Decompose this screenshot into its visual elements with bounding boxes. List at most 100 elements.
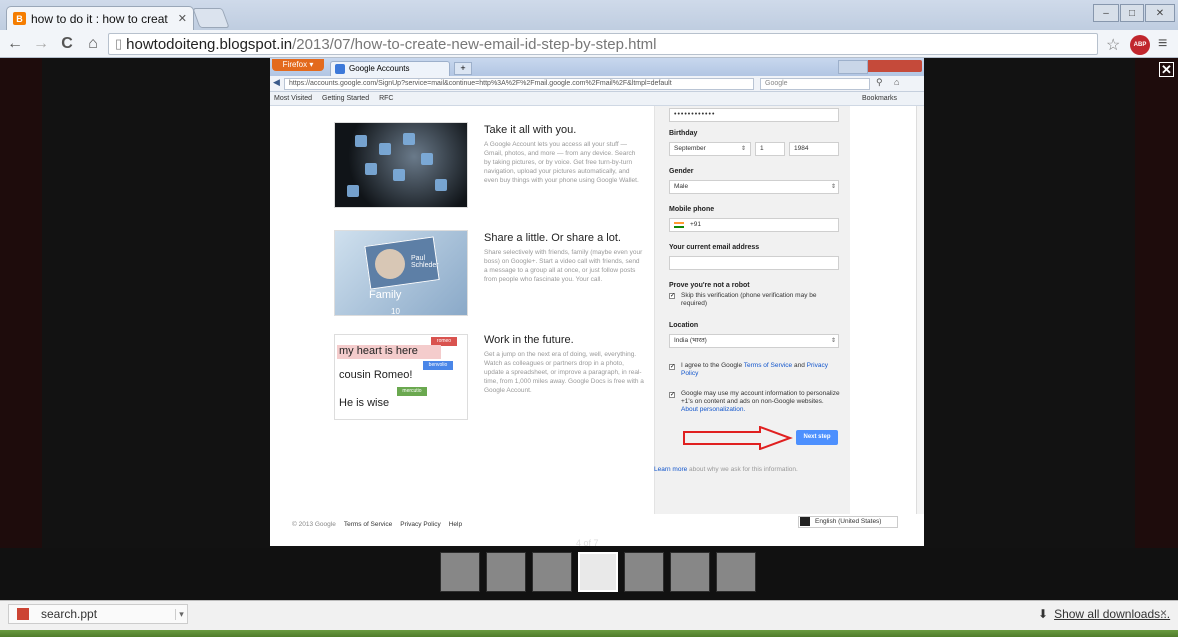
copyright: © 2013 Google: [292, 520, 336, 528]
address-bar[interactable]: ▯ howtodoiteng.blogspot.in /2013/07/how-…: [108, 33, 1098, 55]
share-group-label: Family: [369, 289, 402, 301]
thumbnail[interactable]: [716, 552, 756, 592]
lightbox-right-edge: [1135, 58, 1178, 548]
doc-line: my heart is here: [337, 345, 441, 359]
share-promo-image: Paul Schleder Family 10: [334, 230, 468, 316]
ff-search: Google: [760, 78, 870, 90]
birthday-label: Birthday: [669, 130, 698, 137]
thumbnail[interactable]: [440, 552, 480, 592]
lightbox-left-edge: [0, 58, 42, 548]
docs-promo-image: romeo my heart is here benvolio cousin R…: [334, 334, 468, 420]
email-label: Your current email address: [669, 244, 760, 251]
thumbnail[interactable]: [578, 552, 618, 592]
share-person-name: Paul Schleder: [411, 255, 439, 269]
tab-title: how to do it : how to creat: [31, 11, 168, 26]
lightbox-close-icon[interactable]: ✕: [1159, 62, 1174, 77]
location-select: India (भारत): [669, 334, 839, 348]
thumbnail[interactable]: [624, 552, 664, 592]
ppt-file-icon: [17, 608, 29, 620]
show-all-downloads-link[interactable]: ⬇ Show all downloads...: [1038, 607, 1170, 621]
chat-icon: [800, 517, 810, 526]
robot-label: Prove you're not a robot: [669, 282, 750, 289]
personalize-checkbox: ✓: [669, 392, 676, 398]
doc-line: cousin Romeo!: [339, 369, 413, 381]
skip-verification-checkbox: ✓: [669, 293, 676, 299]
close-tab-icon[interactable]: ✕: [178, 12, 187, 25]
mobile-label: Mobile phone: [669, 206, 715, 213]
footer-privacy: Privacy Policy: [400, 520, 441, 528]
maximize-button[interactable]: □: [1120, 4, 1144, 22]
footer-terms: Terms of Service: [343, 520, 393, 528]
birth-day-field: 1: [755, 142, 785, 156]
menu-icon[interactable]: ≡: [1158, 35, 1167, 53]
forward-icon[interactable]: →: [30, 33, 52, 55]
address-path: /2013/07/how-to-create-new-email-id-step…: [292, 35, 657, 53]
email-field: [669, 256, 839, 270]
ff-tab: Google Accounts: [330, 61, 450, 76]
red-arrow-annotation: [683, 426, 793, 450]
image-counter: 4 of 7: [576, 538, 599, 548]
minimize-button[interactable]: –: [1093, 4, 1119, 22]
home-icon[interactable]: ⌂: [82, 33, 104, 55]
gender-dropdown-icon: ⇕: [831, 184, 837, 190]
show-all-label: Show all downloads...: [1054, 607, 1171, 621]
thumbnail[interactable]: [532, 552, 572, 592]
bookmark-item: Getting Started: [322, 95, 370, 102]
ff-search-icon: ⚲: [876, 77, 883, 87]
browser-tab[interactable]: B how to do it : how to creat ✕: [6, 6, 194, 30]
promo-heading: Take it all with you.: [484, 124, 577, 136]
close-window-button[interactable]: ✕: [1145, 4, 1175, 22]
tos-checkbox: ✓: [669, 364, 676, 370]
language-select: English (United States): [798, 516, 898, 528]
promo-text: Share selectively with friends, family (…: [484, 249, 643, 283]
lightbox-image: Firefox ▾ Google Accounts + ◀ https://ac…: [270, 58, 924, 546]
location-dropdown-icon: ⇕: [831, 338, 837, 344]
download-filename: search.ppt: [41, 607, 98, 621]
personalize-text: Google may use my account information to…: [681, 390, 840, 413]
ff-bookmarks-menu: Bookmarks: [862, 95, 898, 102]
promo-text: A Google Account lets you access all you…: [484, 141, 639, 184]
month-dropdown-icon: ⇕: [741, 146, 747, 152]
os-taskbar: [0, 630, 1178, 637]
back-icon[interactable]: ←: [4, 33, 26, 55]
thumbnail[interactable]: [670, 552, 710, 592]
doc-tag: benvolio: [423, 361, 453, 370]
signup-form: •••••••••••• Birthday September ⇕ 1 1984…: [654, 106, 850, 514]
page-icon: ▯: [115, 36, 123, 51]
learn-more-text: Learn more about why we ask for this inf…: [654, 466, 798, 473]
downloads-close-icon[interactable]: ×: [1160, 606, 1167, 620]
doc-tag: mercutio: [397, 387, 427, 396]
blogger-favicon-icon: B: [13, 12, 26, 25]
birth-year-field: 1984: [789, 142, 839, 156]
bookmark-item: RFC: [379, 95, 394, 102]
ff-url: https://accounts.google.com/SignUp?servi…: [284, 78, 754, 90]
tos-link: Terms of Service: [743, 362, 793, 369]
download-item[interactable]: search.ppt ▾: [8, 604, 188, 624]
gender-label: Gender: [669, 168, 694, 175]
gender-select: Male: [669, 180, 839, 194]
phone-promo-image: [334, 122, 468, 208]
adblock-icon[interactable]: ABP: [1130, 35, 1150, 55]
share-group-count: 10: [391, 307, 400, 316]
birth-month-select: September: [669, 142, 751, 156]
ff-home-icon: ⌂: [894, 77, 900, 87]
footer-help: Help: [448, 520, 463, 528]
promo-heading: Share a little. Or share a lot.: [484, 232, 621, 244]
learn-more-link: Learn more: [654, 466, 688, 473]
mobile-field: +91: [669, 218, 839, 232]
download-arrow-icon: ⬇: [1038, 607, 1049, 621]
download-menu-icon[interactable]: ▾: [175, 608, 187, 620]
ff-bookmarks-bar: Most Visited Getting Started RFC: [270, 92, 924, 106]
thumbnail[interactable]: [486, 552, 526, 592]
firefox-menu-button: Firefox ▾: [272, 59, 324, 71]
star-icon[interactable]: ☆: [1106, 35, 1120, 55]
address-host: howtodoiteng.blogspot.in: [126, 35, 293, 53]
promo-text: Get a jump on the next era of doing, wel…: [484, 351, 644, 394]
ff-back-icon: ◀: [273, 77, 280, 87]
ff-scrollbar: [916, 106, 924, 514]
reload-icon[interactable]: C: [56, 33, 78, 55]
ff-new-tab-icon: +: [454, 62, 472, 75]
location-label: Location: [669, 322, 699, 329]
bookmark-item: Most Visited: [274, 95, 312, 102]
next-step-button: Next step: [796, 430, 838, 445]
